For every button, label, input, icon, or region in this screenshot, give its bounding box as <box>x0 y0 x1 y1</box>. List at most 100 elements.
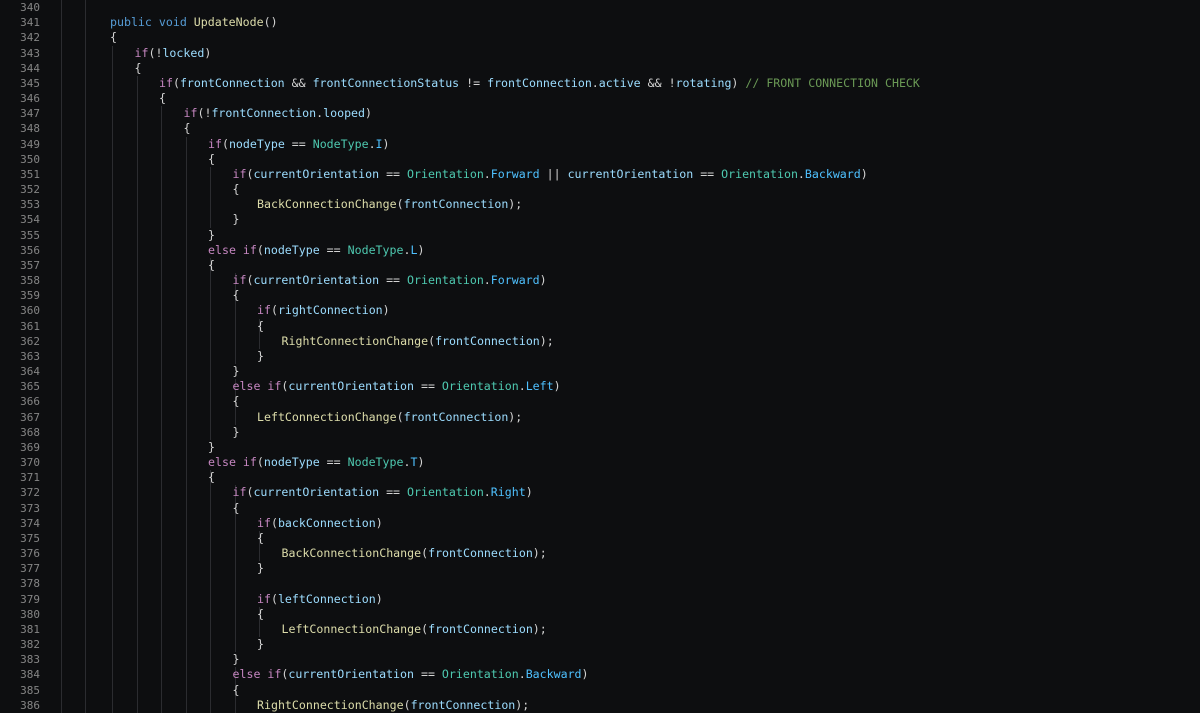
code-token: Orientation <box>441 667 519 682</box>
line-number: 344 <box>20 61 40 75</box>
code-line[interactable]: 347 if(!frontConnection.looped) <box>0 106 1200 121</box>
code-text: if(!frontConnection.looped) <box>184 106 373 121</box>
code-line[interactable]: 363} <box>0 349 1200 364</box>
code-text: } <box>233 652 240 667</box>
code-line[interactable]: 377} <box>0 561 1200 576</box>
code-token: } <box>232 424 240 439</box>
code-token: looped <box>323 106 366 121</box>
code-line[interactable]: 385 { <box>0 683 1200 698</box>
code-token: Forward <box>490 166 540 181</box>
code-line[interactable]: 382} <box>0 637 1200 652</box>
code-line[interactable]: 351 if(currentOrientation == Orientation.… <box>0 167 1200 182</box>
code-line[interactable]: 358 if(currentOrientation == Orientation.… <box>0 273 1200 288</box>
code-line[interactable]: 361 { <box>0 319 1200 334</box>
code-line[interactable]: 349 if(nodeType == NodeType.I) <box>0 137 1200 152</box>
code-token: ( <box>172 75 180 90</box>
code-line[interactable]: 354} <box>0 212 1200 227</box>
code-token: frontConnection <box>403 197 509 212</box>
code-token: nodeType <box>263 455 320 470</box>
code-line[interactable]: 353 BackConnectionChange(frontConnection)… <box>0 197 1200 212</box>
code-token: ) <box>204 45 212 60</box>
code-token: void <box>158 15 187 30</box>
code-line[interactable]: 369} <box>0 440 1200 455</box>
code-line[interactable]: 372 if(currentOrientation == Orientation.… <box>0 485 1200 500</box>
code-token: == <box>284 136 313 151</box>
line-number: 343 <box>20 46 40 60</box>
code-line[interactable]: 350 { <box>0 152 1200 167</box>
code-line[interactable]: 348 { <box>0 121 1200 136</box>
code-token: leftConnection <box>277 591 376 606</box>
code-token: { <box>257 606 264 621</box>
code-line[interactable]: 346 { <box>0 91 1200 106</box>
code-editor[interactable]: 340 341 public void UpdateNode() 342{343 if(… <box>0 0 1200 713</box>
code-text: { <box>208 470 215 485</box>
code-text: { <box>233 182 240 197</box>
code-token: == <box>414 667 442 682</box>
code-line[interactable]: 343 if(!locked) <box>0 46 1200 61</box>
code-line[interactable]: 362 RightConnectionChange(frontConnection… <box>0 334 1200 349</box>
code-token: if <box>267 379 282 394</box>
code-line[interactable]: 370 else if(nodeType == NodeType.T) <box>0 455 1200 470</box>
code-line[interactable]: 374 if(backConnection) <box>0 516 1200 531</box>
line-number: 352 <box>20 183 40 197</box>
code-token: ( <box>403 697 411 712</box>
line-number: 355 <box>20 228 40 242</box>
code-line[interactable]: 384 else if(currentOrientation == Orienta… <box>0 667 1200 682</box>
code-line[interactable]: 364} <box>0 364 1200 379</box>
code-line[interactable]: 360 if(rightConnection) <box>0 303 1200 318</box>
code-text: if(backConnection) <box>257 516 383 531</box>
code-line[interactable]: 356 else if(nodeType == NodeType.L) <box>0 243 1200 258</box>
code-token: ); <box>508 197 523 212</box>
code-line[interactable]: 367 LeftConnectionChange(frontConnection)… <box>0 410 1200 425</box>
line-number: 385 <box>20 683 40 697</box>
code-line[interactable]: 386 RightConnectionChange(frontConnection… <box>0 698 1200 713</box>
code-line[interactable]: 381 LeftConnectionChange(frontConnection)… <box>0 622 1200 637</box>
code-token: frontConnection <box>179 75 285 90</box>
code-line[interactable]: 365 else if(currentOrientation == Orienta… <box>0 379 1200 394</box>
code-text: { <box>110 30 117 45</box>
code-token: rotating <box>675 75 732 90</box>
line-number: 359 <box>20 289 40 303</box>
code-token: (! <box>148 45 163 60</box>
line-number: 349 <box>20 137 40 151</box>
line-number: 365 <box>20 380 40 394</box>
code-text: { <box>233 394 240 409</box>
code-line[interactable]: 378 <box>0 576 1200 591</box>
code-token: } <box>232 364 240 379</box>
line-number: 386 <box>20 698 40 712</box>
line-number: 357 <box>20 258 40 272</box>
code-token: currentOrientation <box>253 273 380 288</box>
line-number: 371 <box>20 471 40 485</box>
code-token: { <box>232 182 240 197</box>
code-line[interactable]: 368} <box>0 425 1200 440</box>
code-line[interactable]: 373 { <box>0 501 1200 516</box>
code-line[interactable]: 341 public void UpdateNode() <box>0 15 1200 30</box>
code-token: RightConnectionChange <box>257 697 404 712</box>
code-line[interactable]: 352 { <box>0 182 1200 197</box>
code-text: LeftConnectionChange(frontConnection); <box>257 410 522 425</box>
code-token: frontConnection <box>211 106 317 121</box>
code-token: ( <box>396 409 404 424</box>
code-token: LeftConnectionChange <box>281 621 422 636</box>
code-line[interactable]: 371 { <box>0 470 1200 485</box>
code-line[interactable]: 359 { <box>0 288 1200 303</box>
code-line[interactable]: 342 { <box>0 30 1200 45</box>
code-line[interactable]: 344 { <box>0 61 1200 76</box>
code-line[interactable]: 366 { <box>0 394 1200 409</box>
code-token: if <box>159 75 173 90</box>
code-token: backConnection <box>277 515 376 530</box>
code-line[interactable]: 355} <box>0 228 1200 243</box>
code-token: NodeType <box>347 242 404 257</box>
code-line[interactable]: 375 { <box>0 531 1200 546</box>
code-line[interactable]: 380 { <box>0 607 1200 622</box>
code-line[interactable]: 340 <box>0 0 1200 15</box>
code-line[interactable]: 376 BackConnectionChange(frontConnection)… <box>0 546 1200 561</box>
code-token: if <box>232 166 247 181</box>
code-line[interactable]: 379 if(leftConnection) <box>0 592 1200 607</box>
code-line[interactable]: 383} <box>0 652 1200 667</box>
code-line[interactable]: 345 if(frontConnection && frontConnection… <box>0 76 1200 91</box>
code-line[interactable]: 357 { <box>0 258 1200 273</box>
code-token: frontConnection <box>487 75 592 90</box>
